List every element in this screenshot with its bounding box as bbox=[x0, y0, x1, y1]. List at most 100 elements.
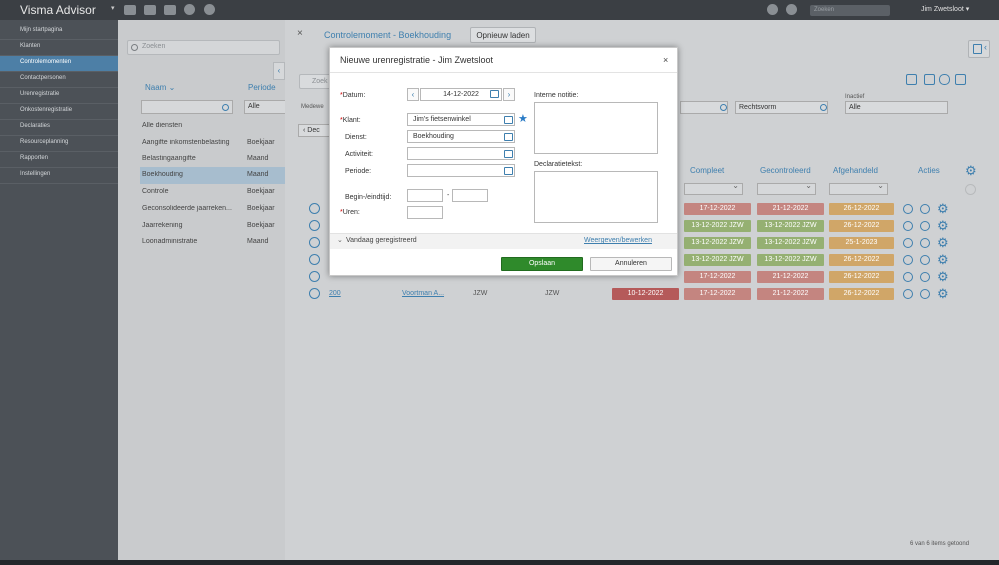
chat-icon[interactable] bbox=[144, 5, 156, 15]
list-search-input[interactable]: Zoeken bbox=[127, 40, 280, 55]
list-item[interactable]: Jaarrekening Boekjaar bbox=[140, 218, 285, 235]
name-filter-input[interactable] bbox=[141, 100, 233, 114]
inactief-select[interactable]: Alle bbox=[845, 101, 948, 114]
clock-icon[interactable] bbox=[920, 272, 930, 282]
star-icon[interactable]: ★ bbox=[518, 114, 528, 125]
cancel-button[interactable]: Annuleren bbox=[590, 257, 672, 271]
next-day-button[interactable]: › bbox=[503, 88, 515, 101]
column-header-name[interactable]: Naam ⌄ bbox=[145, 83, 175, 92]
sidebar-item-contactpersonen[interactable]: Contactpersonen bbox=[0, 72, 118, 88]
play-icon[interactable] bbox=[903, 289, 913, 299]
column-header-gecontroleerd[interactable]: Gecontroleerd bbox=[760, 166, 811, 175]
mail-icon[interactable] bbox=[924, 74, 935, 85]
period-filter-select[interactable]: Alle bbox=[244, 100, 286, 114]
settings-gear-icon[interactable]: ⚙ bbox=[937, 287, 949, 300]
help-icon[interactable] bbox=[786, 4, 797, 15]
sidebar-item-onkostenregistratie[interactable]: Onkostenregistratie bbox=[0, 104, 118, 120]
rechtsvorm-select[interactable]: Rechtsvorm bbox=[735, 101, 828, 114]
close-icon[interactable]: × bbox=[663, 55, 668, 65]
activity-input[interactable] bbox=[407, 147, 515, 160]
expand-row-icon[interactable] bbox=[309, 237, 320, 248]
clock-icon[interactable] bbox=[920, 221, 930, 231]
sidebar-item-instellingen[interactable]: Instellingen bbox=[0, 168, 118, 184]
clock-icon[interactable] bbox=[920, 238, 930, 248]
expand-row-icon[interactable] bbox=[309, 271, 320, 282]
scroll-top-icon[interactable] bbox=[965, 184, 976, 195]
lookup-icon[interactable] bbox=[504, 116, 513, 124]
sidebar-item-resourceplanning[interactable]: Resourceplanning bbox=[0, 136, 118, 152]
client-input[interactable]: Jim's fietsenwinkel bbox=[407, 113, 515, 126]
list-item[interactable]: Loonadministratie Maand bbox=[140, 234, 285, 251]
hours-input[interactable] bbox=[407, 206, 443, 219]
sidebar-item-urenregistratie[interactable]: Urenregistratie bbox=[0, 88, 118, 104]
sidebar-item-rapporten[interactable]: Rapporten bbox=[0, 152, 118, 168]
global-search-input[interactable]: Zoeken bbox=[810, 5, 890, 16]
settings-gear-icon[interactable]: ⚙ bbox=[937, 270, 949, 283]
tools-icon[interactable] bbox=[184, 4, 195, 15]
list-item[interactable]: Belastingaangifte Maand bbox=[140, 151, 285, 168]
list-item[interactable]: Boekhouding Maand bbox=[140, 167, 285, 184]
clock-icon[interactable] bbox=[920, 255, 930, 265]
play-icon[interactable] bbox=[204, 4, 215, 15]
lookup-icon[interactable] bbox=[504, 133, 513, 141]
view-edit-link[interactable]: Weergeven/bewerken bbox=[584, 237, 652, 244]
settings-gear-icon[interactable]: ⚙ bbox=[937, 253, 949, 266]
afgehandeld-filter-select[interactable] bbox=[829, 181, 888, 195]
today-registered-toggle[interactable]: Vandaag geregistreerd bbox=[346, 237, 417, 244]
column-header-compleet[interactable]: Compleet bbox=[690, 166, 724, 175]
play-icon[interactable] bbox=[903, 204, 913, 214]
declaration-textarea[interactable] bbox=[534, 171, 658, 223]
play-icon[interactable] bbox=[903, 255, 913, 265]
mail-icon[interactable] bbox=[124, 5, 136, 15]
period-input[interactable] bbox=[407, 164, 515, 177]
internal-note-textarea[interactable] bbox=[534, 102, 658, 154]
app-menu-chevron-icon[interactable]: ▾ bbox=[111, 4, 115, 12]
close-icon[interactable]: × bbox=[297, 28, 303, 39]
service-input[interactable]: Boekhouding bbox=[407, 130, 515, 143]
expand-row-icon[interactable] bbox=[309, 220, 320, 231]
play-icon[interactable] bbox=[903, 221, 913, 231]
chevron-down-icon[interactable]: ⌄ bbox=[337, 236, 343, 244]
sidebar-item-klanten[interactable]: Klanten bbox=[0, 40, 118, 56]
comment-icon[interactable] bbox=[939, 74, 950, 85]
list-item[interactable]: Alle diensten bbox=[140, 118, 285, 135]
settings-gear-icon[interactable]: ⚙ bbox=[937, 202, 949, 215]
row-client-link[interactable]: Voortman A... bbox=[402, 290, 444, 297]
print-icon[interactable] bbox=[955, 74, 966, 85]
column-header-period[interactable]: Periode bbox=[248, 83, 276, 92]
end-time-input[interactable] bbox=[452, 189, 488, 202]
calendar-icon[interactable] bbox=[490, 90, 499, 98]
sidebar-item-startpagina[interactable]: Mijn startpagina bbox=[0, 24, 118, 40]
settings-gear-icon[interactable]: ⚙ bbox=[965, 164, 977, 177]
reload-button[interactable]: Opnieuw laden bbox=[470, 27, 536, 43]
settings-gear-icon[interactable]: ⚙ bbox=[937, 236, 949, 249]
calendar-icon[interactable] bbox=[164, 5, 176, 15]
clock-icon[interactable] bbox=[920, 289, 930, 299]
play-icon[interactable] bbox=[903, 238, 913, 248]
column-header-afgehandeld[interactable]: Afgehandeld bbox=[833, 166, 878, 175]
save-button[interactable]: Opslaan bbox=[501, 257, 583, 271]
sidebar-item-controlemomenten[interactable]: Controlemomenten bbox=[0, 56, 118, 72]
list-item[interactable]: Geconsolideerde jaarreken... Boekjaar bbox=[140, 201, 285, 218]
sidebar-item-declaraties[interactable]: Declaraties bbox=[0, 120, 118, 136]
play-icon[interactable] bbox=[903, 272, 913, 282]
start-time-input[interactable] bbox=[407, 189, 443, 202]
expand-row-icon[interactable] bbox=[309, 254, 320, 265]
row-id-link[interactable]: 200 bbox=[329, 290, 341, 297]
add-icon[interactable] bbox=[767, 4, 778, 15]
list-item[interactable]: Aangifte inkomstenbelasting Boekjaar bbox=[140, 135, 285, 152]
lookup-icon[interactable] bbox=[504, 167, 513, 175]
compleet-filter-select[interactable] bbox=[684, 181, 743, 195]
settings-gear-icon[interactable]: ⚙ bbox=[937, 219, 949, 232]
grid-view-icon[interactable] bbox=[906, 74, 917, 85]
collapse-panel-button[interactable]: ‹ bbox=[273, 62, 285, 80]
user-menu[interactable]: Jim Zwetsloot ▾ bbox=[921, 5, 969, 13]
list-item[interactable]: Controle Boekjaar bbox=[140, 184, 285, 201]
gecontroleerd-filter-select[interactable] bbox=[757, 181, 816, 195]
expand-row-icon[interactable] bbox=[309, 203, 320, 214]
lookup-icon[interactable] bbox=[504, 150, 513, 158]
expand-row-icon[interactable] bbox=[309, 288, 320, 299]
previous-day-button[interactable]: ‹ bbox=[407, 88, 419, 101]
panel-toggle-button[interactable]: ‹ bbox=[968, 40, 990, 58]
clock-icon[interactable] bbox=[920, 204, 930, 214]
